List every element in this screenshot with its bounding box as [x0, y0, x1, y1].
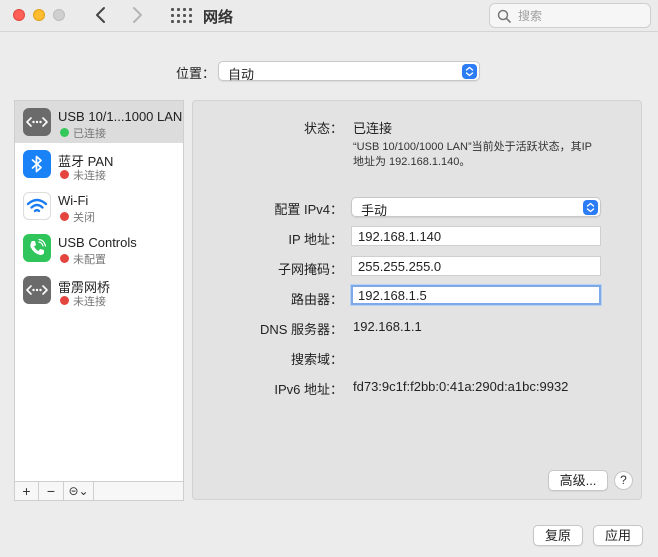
select-stepper-icon: [462, 64, 477, 79]
status-label: 状态：: [303, 121, 343, 136]
subnet-mask-label: 子网掩码：: [277, 262, 343, 277]
location-value: 自动: [228, 67, 255, 82]
service-list-toolbar: + − ⊝⌄: [14, 481, 184, 501]
status-dot-icon: [60, 128, 69, 137]
configure-ipv4-label: 配置 IPv4：: [274, 202, 343, 217]
router-field[interactable]: 192.168.1.5: [351, 285, 601, 305]
service-status: 未连接: [73, 296, 106, 308]
search-input[interactable]: [518, 6, 646, 25]
show-all-grid-icon[interactable]: [171, 8, 192, 24]
ethernet-icon: [23, 108, 51, 136]
service-item-thunderbolt-bridge[interactable]: 雷雳网桥 未连接: [15, 269, 183, 311]
service-item-bluetooth-pan[interactable]: 蓝牙 PAN 未连接: [15, 143, 183, 185]
service-status: 关闭: [73, 212, 95, 224]
service-item-usb-lan[interactable]: USB 10/1...1000 LAN 已连接: [15, 101, 183, 143]
service-name: USB 10/1...1000 LAN: [58, 109, 183, 124]
service-item-usb-controls[interactable]: USB Controls 未配置: [15, 227, 183, 269]
configure-ipv4-select[interactable]: 手动: [351, 197, 601, 218]
service-item-wifi[interactable]: Wi-Fi 关闭: [15, 185, 183, 227]
help-button[interactable]: ?: [614, 471, 633, 490]
status-dot-icon: [60, 212, 69, 221]
service-status: 未配置: [73, 254, 106, 266]
subnet-mask-value: 255.255.255.0: [358, 259, 442, 274]
search-domains-label: 搜索域：: [290, 352, 343, 367]
subnet-mask-field[interactable]: 255.255.255.0: [351, 256, 601, 276]
location-label: 位置：: [176, 66, 216, 81]
select-stepper-icon: [583, 200, 598, 215]
zoom-window-button[interactable]: [53, 9, 65, 21]
configure-ipv4-value: 手动: [361, 203, 388, 218]
title-bar: 网络: [0, 0, 658, 32]
status-description: “USB 10/100/1000 LAN”当前处于活跃状态，其IP地址为 192…: [353, 141, 593, 168]
revert-button[interactable]: 复原: [533, 525, 583, 546]
phone-icon: [23, 234, 51, 262]
ip-address-label: IP 地址：: [288, 232, 343, 247]
status-dot-icon: [60, 254, 69, 263]
add-service-button[interactable]: +: [15, 482, 39, 500]
ipv6-address-value: fd73:9c1f:f2bb:0:41a:290d:a1bc:9932: [353, 379, 569, 394]
search-icon: [497, 9, 511, 23]
service-name: Wi-Fi: [58, 193, 89, 208]
ip-address-value: 192.168.1.140: [358, 229, 442, 244]
forward-arrow-icon[interactable]: [128, 5, 146, 25]
ipv6-address-label: IPv6 地址：: [274, 382, 343, 397]
dns-server-label: DNS 服务器：: [259, 322, 343, 337]
apply-button[interactable]: 应用: [593, 525, 643, 546]
advanced-button[interactable]: 高级...: [548, 470, 608, 491]
bluetooth-icon: [23, 150, 51, 178]
window-title: 网络: [203, 9, 234, 26]
minimize-window-button[interactable]: [33, 9, 45, 21]
service-name: USB Controls: [58, 235, 137, 250]
service-status: 已连接: [73, 128, 106, 140]
location-select[interactable]: 自动: [218, 61, 480, 82]
ip-address-field[interactable]: 192.168.1.140: [351, 226, 601, 246]
router-value: 192.168.1.5: [358, 288, 427, 303]
remove-service-button[interactable]: −: [39, 482, 64, 500]
wifi-icon: [23, 192, 51, 220]
action-menu-button[interactable]: ⊝⌄: [64, 482, 94, 500]
close-window-button[interactable]: [13, 9, 25, 21]
service-list: USB 10/1...1000 LAN 已连接 蓝牙 PAN 未连接 Wi-Fi…: [14, 100, 184, 482]
search-field[interactable]: [489, 3, 651, 28]
back-arrow-icon[interactable]: [92, 5, 110, 25]
status-dot-icon: [60, 170, 69, 179]
status-dot-icon: [60, 296, 69, 305]
status-value: 已连接: [353, 121, 393, 136]
service-status: 未连接: [73, 170, 106, 182]
router-label: 路由器：: [290, 292, 343, 307]
dns-server-value: 192.168.1.1: [353, 319, 422, 334]
ethernet-icon: [23, 276, 51, 304]
